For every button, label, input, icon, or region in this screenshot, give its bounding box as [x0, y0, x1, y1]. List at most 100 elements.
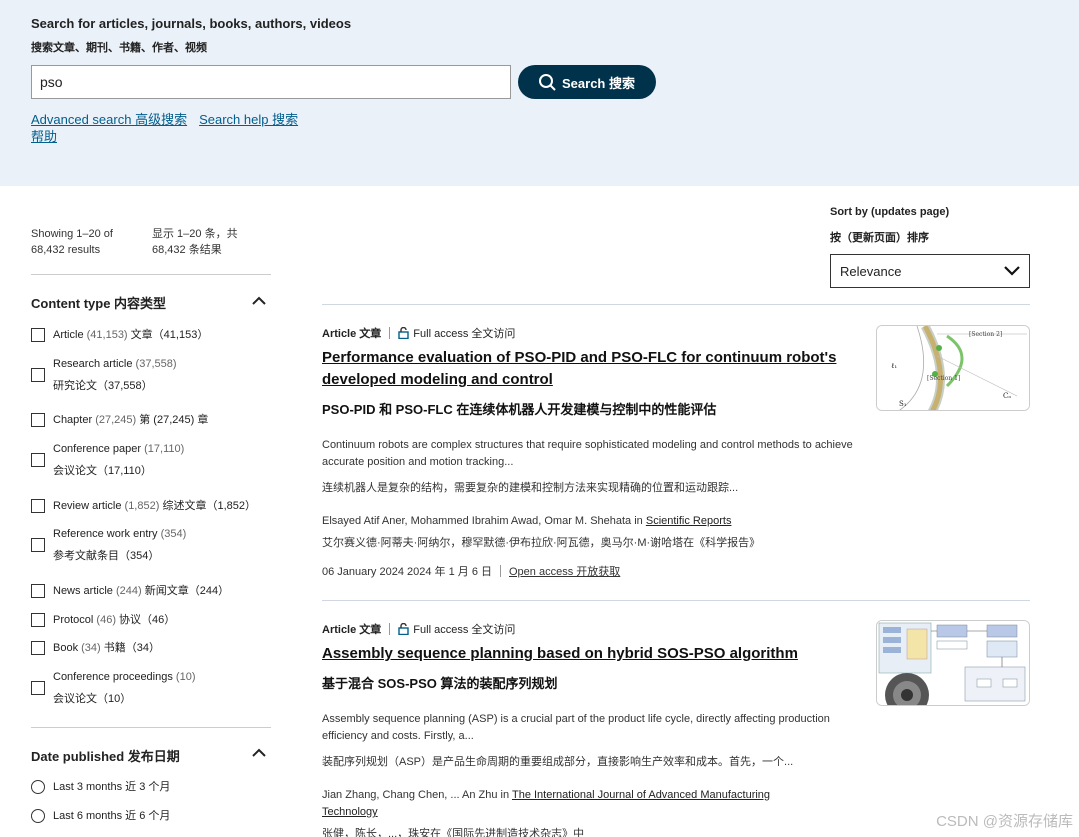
filter-label-cn: 会议论文（17,110） — [53, 465, 152, 477]
filter-label-cn: 综述文章（1,852） — [162, 500, 256, 512]
filter-count: (354) — [160, 528, 187, 540]
chevron-up-icon[interactable] — [252, 748, 266, 758]
sort-label-cn: 按（更新页面）排序 — [830, 232, 929, 244]
filter-label: Reference work entry — [53, 528, 158, 540]
checkbox[interactable] — [31, 538, 45, 552]
checkbox[interactable] — [31, 584, 45, 598]
filter-count: (41,153) — [86, 329, 128, 341]
article-date: 06 January 2024 2024 年 1 月 6 日 — [322, 566, 492, 578]
filter-conference-paper[interactable]: Conference paper (17,110) 会议论文（17,110） — [31, 438, 271, 482]
filter-research-article[interactable]: Research article (37,558) 研究论文（37,558） — [31, 353, 271, 397]
filter-label-cn: 会议论文（10） — [53, 693, 132, 705]
filter-review-article[interactable]: Review article (1,852) 综述文章（1,852） — [31, 495, 271, 517]
filter-label: News article — [53, 585, 113, 597]
filter-count: (46) — [96, 614, 116, 626]
article-title[interactable]: Assembly sequence planning based on hybr… — [322, 643, 842, 665]
article-abstract: Assembly sequence planning (ASP) is a cr… — [322, 713, 830, 742]
search-button-label: Search 搜索 — [562, 75, 635, 91]
filter-label: Chapter — [53, 414, 93, 426]
filter-count: (37,558) — [135, 358, 177, 370]
article-title[interactable]: Performance evaluation of PSO-PID and PS… — [322, 347, 842, 391]
checkbox[interactable] — [31, 499, 45, 513]
advanced-search-link[interactable]: Advanced search 高级搜索 — [31, 112, 187, 127]
sort-label: Sort by (updates page) — [830, 206, 950, 218]
filter-label-cn: 研究论文（37,558） — [53, 380, 153, 392]
filter-chapter[interactable]: Chapter (27,245) 第 (27,245) 章 — [31, 409, 271, 431]
article-thumbnail[interactable]: [Section 2] [Section 1] S₁ ℓ₁ Cₒ — [876, 325, 1030, 411]
article-authors-cn: 张健，陈长，...，珠安在《国际先进制造技术杂志》中 — [322, 828, 585, 837]
radio[interactable] — [31, 780, 45, 794]
filter-count: (17,110) — [144, 443, 185, 455]
divider — [31, 274, 271, 275]
svg-text:S₁: S₁ — [899, 400, 907, 408]
filter-conference-proceedings[interactable]: Conference proceedings (10) 会议论文（10） — [31, 666, 271, 710]
article-authors: Elsayed Atif Aner, Mohammed Ibrahim Awad… — [322, 513, 822, 530]
filter-label: Conference paper — [53, 443, 142, 455]
article-title-cn: PSO-PID 和 PSO-FLC 在连续体机器人开发建模与控制中的性能评估 — [322, 402, 717, 417]
divider — [322, 600, 1030, 601]
article-thumbnail[interactable] — [876, 620, 1030, 706]
filter-book[interactable]: Book (34) 书籍（34） — [31, 637, 271, 659]
authors-text: Jian Zhang, Chang Chen, ... An Zhu in — [322, 789, 510, 801]
access-label: Full access 全文访问 — [413, 624, 516, 636]
access-label: Full access 全文访问 — [413, 328, 516, 340]
authors-text: Elsayed Atif Aner, Mohammed Ibrahim Awad… — [322, 515, 643, 527]
search-input[interactable] — [31, 65, 511, 99]
filter-label: Last 6 months 近 6 个月 — [53, 810, 171, 822]
sort-select[interactable]: Relevance — [830, 254, 1030, 288]
svg-text:[Section 1]: [Section 1] — [927, 375, 960, 382]
article-abstract: Continuum robots are complex structures … — [322, 439, 853, 468]
chevron-up-icon[interactable] — [252, 296, 266, 306]
filter-article[interactable]: Article (41,153) 文章（41,153） — [31, 324, 271, 346]
search-button[interactable]: Search 搜索 — [518, 65, 656, 99]
filter-label: Article — [53, 329, 84, 341]
checkbox[interactable] — [31, 413, 45, 427]
checkbox[interactable] — [31, 641, 45, 655]
filter-label: Protocol — [53, 614, 94, 626]
svg-text:ℓ₁: ℓ₁ — [891, 362, 897, 370]
filter-last-6-months[interactable]: Last 6 months 近 6 个月 — [31, 805, 271, 827]
filter-label: Last 3 months 近 3 个月 — [53, 781, 171, 793]
svg-text:[Section 2]: [Section 2] — [969, 331, 1002, 338]
checkbox[interactable] — [31, 453, 45, 467]
journal-link[interactable]: Scientific Reports — [646, 515, 732, 527]
filter-label: Conference proceedings — [53, 671, 173, 683]
article-abstract-cn: 连续机器人是复杂的结构，需要复杂的建模和控制方法来实现精确的位置和运动跟踪... — [322, 482, 739, 494]
filter-count: (244) — [115, 585, 142, 597]
article-abstract-cn: 装配序列规划（ASP）是产品生命周期的重要组成部分，直接影响生产效率和成本。首先… — [322, 756, 794, 768]
filter-reference-work-entry[interactable]: Reference work entry (354) 参考文献条目（354） — [31, 523, 271, 567]
filter-label-cn: 新闻文章（244） — [144, 585, 230, 597]
unlock-icon — [398, 327, 409, 339]
filter-count: (34) — [81, 642, 101, 654]
search-icon — [539, 74, 556, 91]
checkbox[interactable] — [31, 368, 45, 382]
search-panel: Search for articles, journals, books, au… — [0, 0, 1079, 186]
results-count-cn: 显示 1–20 条，共 68,432 条结果 — [152, 228, 238, 256]
watermark: CSDN @资源存储库 — [936, 813, 1073, 830]
article-authors-cn: 艾尔赛义德·阿蒂夫·阿纳尔，穆罕默德·伊布拉欣·阿瓦德，奥马尔·M·谢哈塔在《科… — [322, 537, 761, 549]
checkbox[interactable] — [31, 328, 45, 342]
search-label: Search for articles, journals, books, au… — [31, 16, 352, 31]
filter-label-cn: 第 (27,245) 章 — [139, 414, 209, 426]
filter-label: Research article — [53, 358, 133, 370]
article-title-cn: 基于混合 SOS-PSO 算法的装配序列规划 — [322, 676, 558, 691]
article-type: Article 文章 — [322, 624, 382, 636]
radio[interactable] — [31, 809, 45, 823]
date-published-heading: Date published 发布日期 — [31, 749, 180, 764]
open-access-link[interactable]: Open access 开放获取 — [509, 563, 620, 579]
sort-selected-value: Relevance — [840, 263, 902, 279]
filter-protocol[interactable]: Protocol (46) 协议（46） — [31, 609, 271, 631]
checkbox[interactable] — [31, 613, 45, 627]
checkbox[interactable] — [31, 681, 45, 695]
robot-figure-image: [Section 2] [Section 1] S₁ ℓ₁ Cₒ — [877, 326, 1029, 410]
filter-news-article[interactable]: News article (244) 新闻文章（244） — [31, 580, 271, 602]
article-authors: Jian Zhang, Chang Chen, ... An Zhu in Th… — [322, 787, 822, 821]
divider — [322, 304, 1030, 305]
filter-count: (10) — [175, 671, 196, 683]
filter-last-3-months[interactable]: Last 3 months 近 3 个月 — [31, 776, 271, 798]
article-type: Article 文章 — [322, 328, 382, 340]
article-meta: Article 文章 Full access 全文访问 — [322, 621, 515, 637]
algorithm-diagram-image — [877, 621, 1029, 705]
results-count: Showing 1–20 of 68,432 results — [31, 228, 113, 256]
svg-text:Cₒ: Cₒ — [1003, 392, 1011, 400]
